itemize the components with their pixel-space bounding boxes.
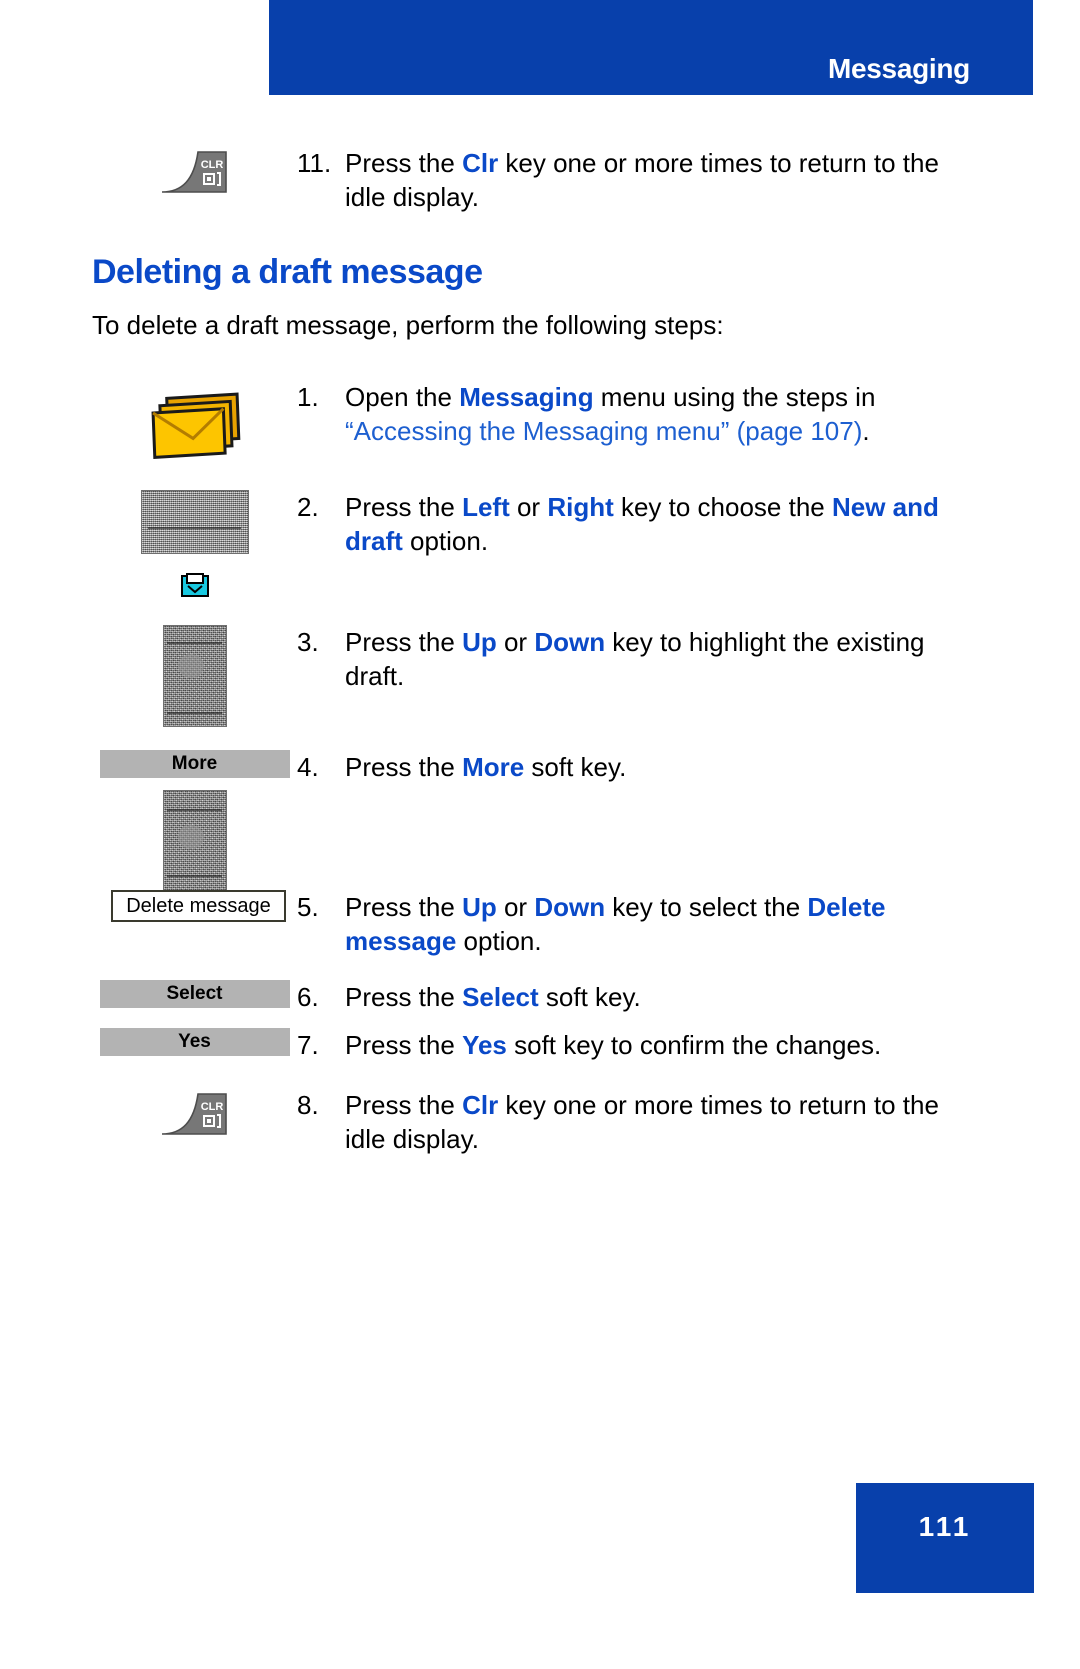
page-number: 111 (918, 1511, 972, 1542)
softkey-name-select: Select (462, 982, 539, 1012)
step-row: 2. Press the Left or Right key to choose… (92, 490, 992, 598)
step-number: 11. (297, 148, 332, 178)
step-text-part: Press the (345, 1030, 463, 1060)
softkey-button-yes[interactable]: Yes (99, 1028, 290, 1056)
key-name-left: Left (462, 492, 510, 522)
step-icon-menu-option-delete-message: Delete message (92, 890, 297, 922)
step-text-part: menu using the steps in (593, 382, 876, 412)
step-row: CLR 8. Press the Clr key one or more tim… (92, 1088, 992, 1156)
step-text-part: Press the (345, 492, 463, 522)
step-row: Delete message 5. Press the Up or Down k… (92, 890, 992, 958)
page-footer: 111 (856, 1483, 1034, 1593)
step-text-part: Press the (345, 892, 463, 922)
step-number: 8. (297, 1090, 319, 1120)
page-content: CLR 11. Press the Clr key one or more ti… (0, 0, 1080, 1669)
cross-reference-link[interactable]: “Accessing the Messaging menu” (page 107… (345, 416, 862, 446)
step-text-part: key to select the (605, 892, 808, 922)
step-text-part: or (496, 892, 535, 922)
step-text-part: option. (402, 526, 489, 556)
softkey-name-more: More (462, 752, 525, 782)
step-text-part: Press the (345, 1090, 463, 1120)
step-text-part: soft key. (524, 752, 627, 782)
step-icon-lcd-new-and-draft (92, 490, 297, 598)
step-text-part: soft key to confirm the changes. (506, 1030, 882, 1060)
clr-key-icon: CLR (160, 1088, 230, 1136)
step-row: 1. Open the Messaging menu using the ste… (92, 380, 992, 472)
step-text-part: or (509, 492, 548, 522)
step-text: Press the Left or Right key to choose th… (345, 490, 965, 558)
step-number: 4. (297, 752, 319, 782)
step-icon-clr-key: CLR (92, 146, 297, 194)
softkey-label: Yes (178, 1031, 211, 1052)
step-text-part: Press the (345, 148, 463, 178)
step-icon-softkey-more: More (92, 750, 297, 892)
step-row: 3. Press the Up or Down key to highlight… (92, 625, 992, 727)
lcd-screen (140, 490, 249, 554)
step-text-part: Press the (345, 627, 463, 657)
envelope-badge-icon (180, 573, 209, 597)
softkey-label: Select (166, 983, 223, 1004)
menu-option-label: Delete message (126, 894, 271, 917)
lcd-screen (162, 790, 227, 892)
step-number: 2. (297, 492, 319, 522)
step-text-part: Press the (345, 752, 463, 782)
step-text-part: soft key. (538, 982, 641, 1012)
step-text-part: Press the (345, 982, 463, 1012)
softkey-button-select[interactable]: Select (99, 980, 290, 1008)
svg-text:CLR: CLR (200, 159, 223, 171)
step-icon-lcd-draft-list (92, 625, 297, 727)
key-name-clr: Clr (462, 1090, 499, 1120)
menu-name-messaging: Messaging (459, 382, 594, 412)
step-number: 6. (297, 982, 319, 1012)
step-text: Press the Up or Down key to select the D… (345, 890, 945, 958)
step-text: Press the Clr key one or more times to r… (345, 1088, 965, 1156)
section-heading: Deleting a draft message (92, 253, 483, 291)
step-text: Press the Select soft key. (345, 980, 641, 1014)
step-text: Press the Up or Down key to highlight th… (345, 625, 965, 693)
step-number: 7. (297, 1030, 319, 1060)
key-name-up: Up (462, 627, 497, 657)
step-text: Press the Yes soft key to confirm the ch… (345, 1028, 881, 1062)
key-name-up: Up (462, 892, 497, 922)
menu-option-delete-message[interactable]: Delete message (111, 890, 286, 922)
step-text-part: Open the (345, 382, 460, 412)
step-text: Press the Clr key one or more times to r… (345, 146, 945, 214)
key-name-right: Right (547, 492, 614, 522)
step-number: 1. (297, 382, 319, 412)
step-text-part: key to choose the (613, 492, 832, 522)
step-number: 5. (297, 892, 319, 922)
softkey-button-more[interactable]: More (99, 750, 290, 778)
key-name-down: Down (534, 627, 606, 657)
step-text: Press the More soft key. (345, 750, 626, 784)
clr-key-icon: CLR (160, 146, 230, 194)
softkey-name-yes: Yes (462, 1030, 507, 1060)
step-text-part: . (862, 416, 870, 446)
step-text: Open the Messaging menu using the steps … (345, 380, 945, 448)
key-name-clr: Clr (462, 148, 499, 178)
step-icon-softkey-select: Select (92, 980, 297, 1008)
step-icon-envelope-stack (92, 380, 297, 472)
step-text-part: option. (456, 926, 542, 956)
step-number: 3. (297, 627, 319, 657)
key-name-down: Down (534, 892, 606, 922)
step-icon-clr-key: CLR (92, 1088, 297, 1136)
section-intro: To delete a draft message, perform the f… (92, 310, 724, 340)
step-row: Yes 7. Press the Yes soft key to confirm… (92, 1028, 992, 1062)
step-text-part: or (496, 627, 535, 657)
softkey-label: More (171, 753, 218, 774)
step-icon-softkey-yes: Yes (92, 1028, 297, 1056)
svg-text:CLR: CLR (200, 1101, 223, 1113)
step-row: CLR 11. Press the Clr key one or more ti… (92, 146, 992, 214)
step-row: Select 6. Press the Select soft key. (92, 980, 992, 1014)
envelope-stack-icon (151, 392, 240, 459)
step-row: More 4. Press the More soft key. (92, 750, 992, 892)
lcd-screen (162, 625, 227, 727)
